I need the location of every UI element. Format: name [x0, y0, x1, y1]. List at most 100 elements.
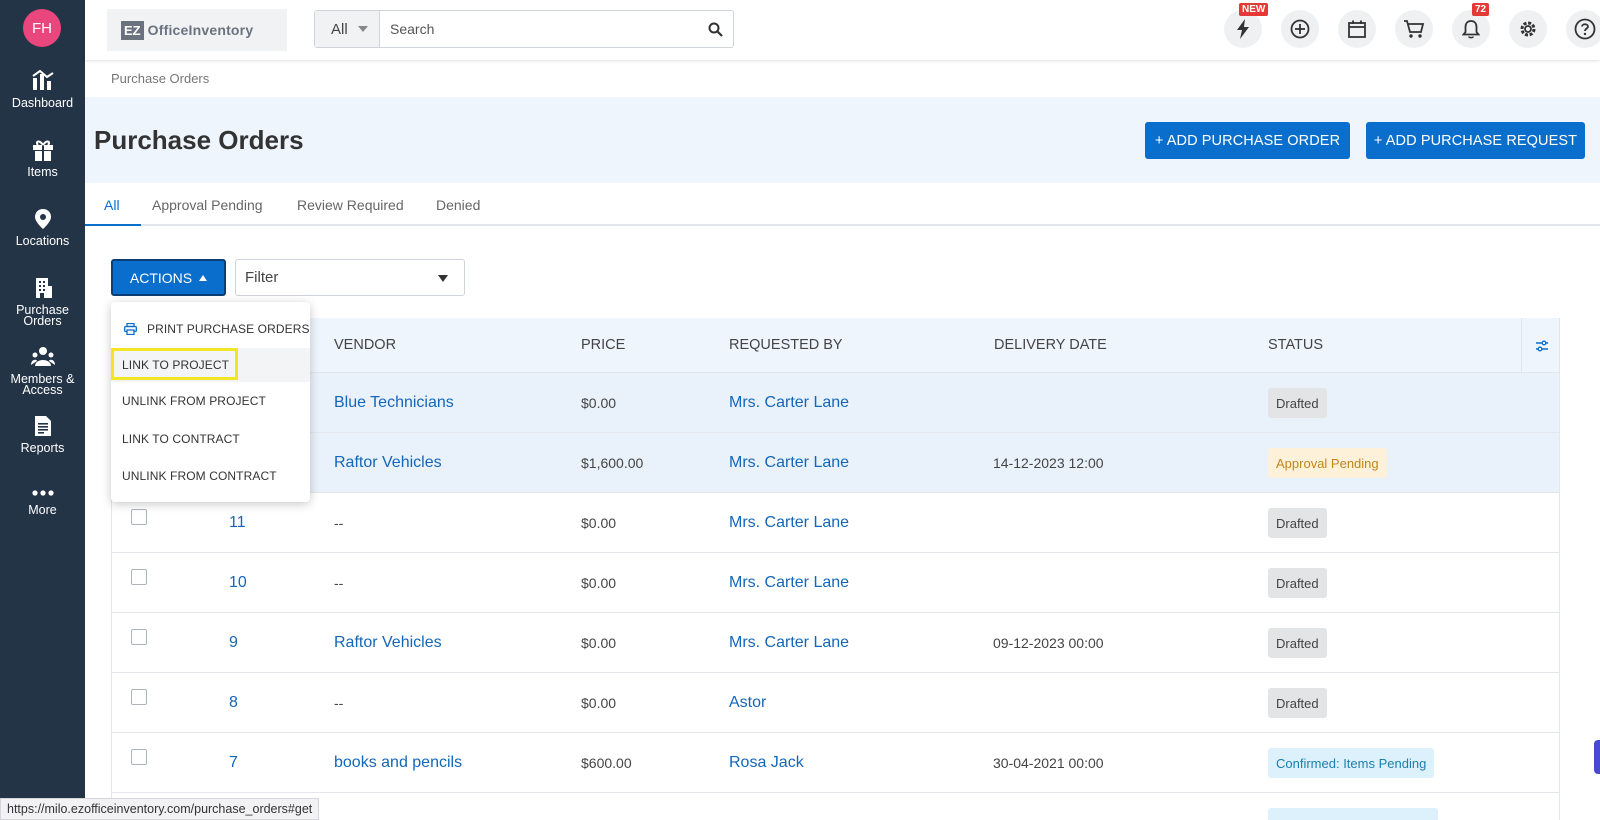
more-dots-icon: [31, 490, 54, 496]
sidebar-item-purchase-orders[interactable]: Purchase Orders: [0, 277, 85, 327]
page-header: Purchase Orders + ADD PURCHASE ORDER + A…: [85, 97, 1600, 183]
add-purchase-order-button[interactable]: + ADD PURCHASE ORDER: [1145, 122, 1350, 159]
breadcrumb[interactable]: Purchase Orders: [111, 71, 209, 86]
active-tab-indicator: [85, 224, 141, 226]
search-scope-select[interactable]: All: [315, 11, 380, 47]
table-row[interactable]: 11 -- $0.00 Mrs. Carter Lane Drafted: [112, 493, 1559, 553]
sidebar-item-members-access[interactable]: Members & Access: [0, 346, 85, 396]
sliders-icon: [1535, 340, 1548, 351]
requested-by-link[interactable]: Mrs. Carter Lane: [729, 574, 849, 592]
settings-button[interactable]: [1509, 10, 1547, 48]
table-row[interactable]: Blue Technicians $0.00 Mrs. Carter Lane …: [112, 373, 1559, 433]
tab-all[interactable]: All: [104, 197, 120, 213]
requested-by-link[interactable]: Mrs. Carter Lane: [729, 454, 849, 472]
map-pin-icon: [34, 209, 51, 229]
price-value: $600.00: [581, 755, 632, 771]
report-icon: [34, 416, 51, 436]
table-row[interactable]: 9 Raftor Vehicles $0.00 Mrs. Carter Lane…: [112, 613, 1559, 673]
requested-by-link[interactable]: Mrs. Carter Lane: [729, 634, 849, 652]
actions-button[interactable]: ACTIONS: [111, 259, 226, 296]
requested-by-link[interactable]: Mrs. Carter Lane: [729, 514, 849, 532]
order-number-link[interactable]: 10: [229, 574, 247, 592]
row-checkbox[interactable]: [131, 569, 147, 585]
add-button[interactable]: [1281, 10, 1319, 48]
status-badge: Drafted: [1268, 508, 1327, 538]
order-number-link[interactable]: 8: [229, 694, 238, 712]
add-purchase-request-button[interactable]: + ADD PURCHASE REQUEST: [1366, 122, 1585, 159]
actions-label: ACTIONS: [129, 269, 193, 286]
app-logo[interactable]: EZ OfficeInventory: [107, 9, 287, 51]
requested-by-link[interactable]: Mrs. Carter Lane: [729, 394, 849, 412]
help-button[interactable]: [1566, 10, 1600, 48]
notifications-button[interactable]: 72: [1452, 3, 1490, 48]
logo-text: OfficeInventory: [147, 22, 254, 38]
sidebar-item-items[interactable]: Items: [0, 139, 85, 178]
sidebar-item-dashboard[interactable]: Dashboard: [0, 70, 85, 109]
row-checkbox[interactable]: [131, 689, 147, 705]
gear-icon: [1520, 21, 1536, 37]
link-preview-url: https://milo.ezofficeinventory.com/purch…: [0, 798, 320, 820]
row-checkbox[interactable]: [131, 629, 147, 645]
column-header-vendor[interactable]: VENDOR: [334, 337, 396, 353]
sidebar-item-reports[interactable]: Reports: [0, 415, 85, 454]
table-row[interactable]: 7 books and pencils $600.00 Rosa Jack 30…: [112, 733, 1559, 793]
caret-down-icon: [438, 275, 448, 282]
page-title: Purchase Orders: [94, 125, 304, 155]
row-checkbox[interactable]: [131, 749, 147, 765]
tab-review-required[interactable]: Review Required: [297, 197, 404, 213]
menu-item-label: PRINT PURCHASE ORDERS: [147, 322, 310, 336]
order-number-link[interactable]: 7: [229, 754, 238, 772]
search-icon[interactable]: [697, 11, 733, 47]
row-checkbox[interactable]: [131, 509, 147, 525]
new-badge: NEW: [1239, 3, 1269, 16]
column-header-delivery-date[interactable]: DELIVERY DATE: [994, 337, 1107, 353]
tab-denied[interactable]: Denied: [436, 197, 480, 213]
table-row[interactable]: Raftor Vehicles $1,600.00 Mrs. Carter La…: [112, 433, 1559, 493]
requested-by-link[interactable]: Astor: [729, 694, 766, 712]
calendar-button[interactable]: [1338, 10, 1376, 48]
search-input[interactable]: [380, 11, 697, 47]
sidebar-item-label: Orders: [23, 314, 62, 328]
users-icon: [30, 347, 55, 366]
tab-approval-pending[interactable]: Approval Pending: [152, 197, 263, 213]
delivery-date-value: 30-04-2021 00:00: [993, 755, 1104, 771]
menu-item-unlink-from-contract[interactable]: UNLINK FROM CONTRACT: [111, 459, 310, 493]
status-badge: Drafted: [1268, 568, 1327, 598]
user-avatar[interactable]: FH: [23, 9, 61, 47]
menu-item-link-to-project[interactable]: LINK TO PROJECT: [111, 348, 310, 382]
column-header-requested-by[interactable]: REQUESTED BY: [729, 337, 843, 353]
vendor-value: --: [334, 575, 344, 591]
menu-item-unlink-from-project[interactable]: UNLINK FROM PROJECT: [111, 384, 310, 418]
table-row[interactable]: [112, 793, 1559, 820]
status-badge: Drafted: [1268, 628, 1327, 658]
column-header-price[interactable]: PRICE: [581, 337, 625, 353]
sidebar-item-label: Dashboard: [11, 96, 74, 110]
cart-button[interactable]: [1395, 10, 1433, 48]
menu-item-link-to-contract[interactable]: LINK TO CONTRACT: [111, 422, 310, 456]
column-header-status[interactable]: STATUS: [1268, 337, 1323, 353]
price-value: $1,600.00: [581, 455, 644, 471]
status-badge: Approval Pending: [1268, 448, 1387, 478]
sidebar-item-more[interactable]: More: [0, 487, 85, 516]
cart-icon: [1404, 20, 1425, 38]
price-value: $0.00: [581, 575, 617, 591]
table-row[interactable]: 8 -- $0.00 Astor Drafted: [112, 673, 1559, 733]
requested-by-link[interactable]: Rosa Jack: [729, 754, 804, 772]
side-widget-tab[interactable]: [1594, 740, 1600, 774]
sidebar-item-locations[interactable]: Locations: [0, 208, 85, 247]
menu-item-label: UNLINK FROM CONTRACT: [122, 469, 277, 483]
quick-actions-button[interactable]: NEW: [1224, 3, 1269, 48]
vendor-link[interactable]: Blue Technicians: [334, 394, 454, 412]
order-number-link[interactable]: 9: [229, 634, 238, 652]
table-row[interactable]: 10 -- $0.00 Mrs. Carter Lane Drafted: [112, 553, 1559, 613]
filter-select[interactable]: Filter: [235, 259, 465, 296]
column-settings-button[interactable]: [1521, 318, 1559, 373]
highlight-box: [111, 348, 238, 380]
sidebar-item-label: Access: [22, 383, 63, 397]
vendor-link[interactable]: Raftor Vehicles: [334, 454, 442, 472]
vendor-value: --: [334, 695, 344, 711]
vendor-link[interactable]: Raftor Vehicles: [334, 634, 442, 652]
menu-item-print-purchase-orders[interactable]: PRINT PURCHASE ORDERS: [111, 312, 310, 346]
order-number-link[interactable]: 11: [229, 514, 246, 532]
vendor-link[interactable]: books and pencils: [334, 754, 462, 772]
